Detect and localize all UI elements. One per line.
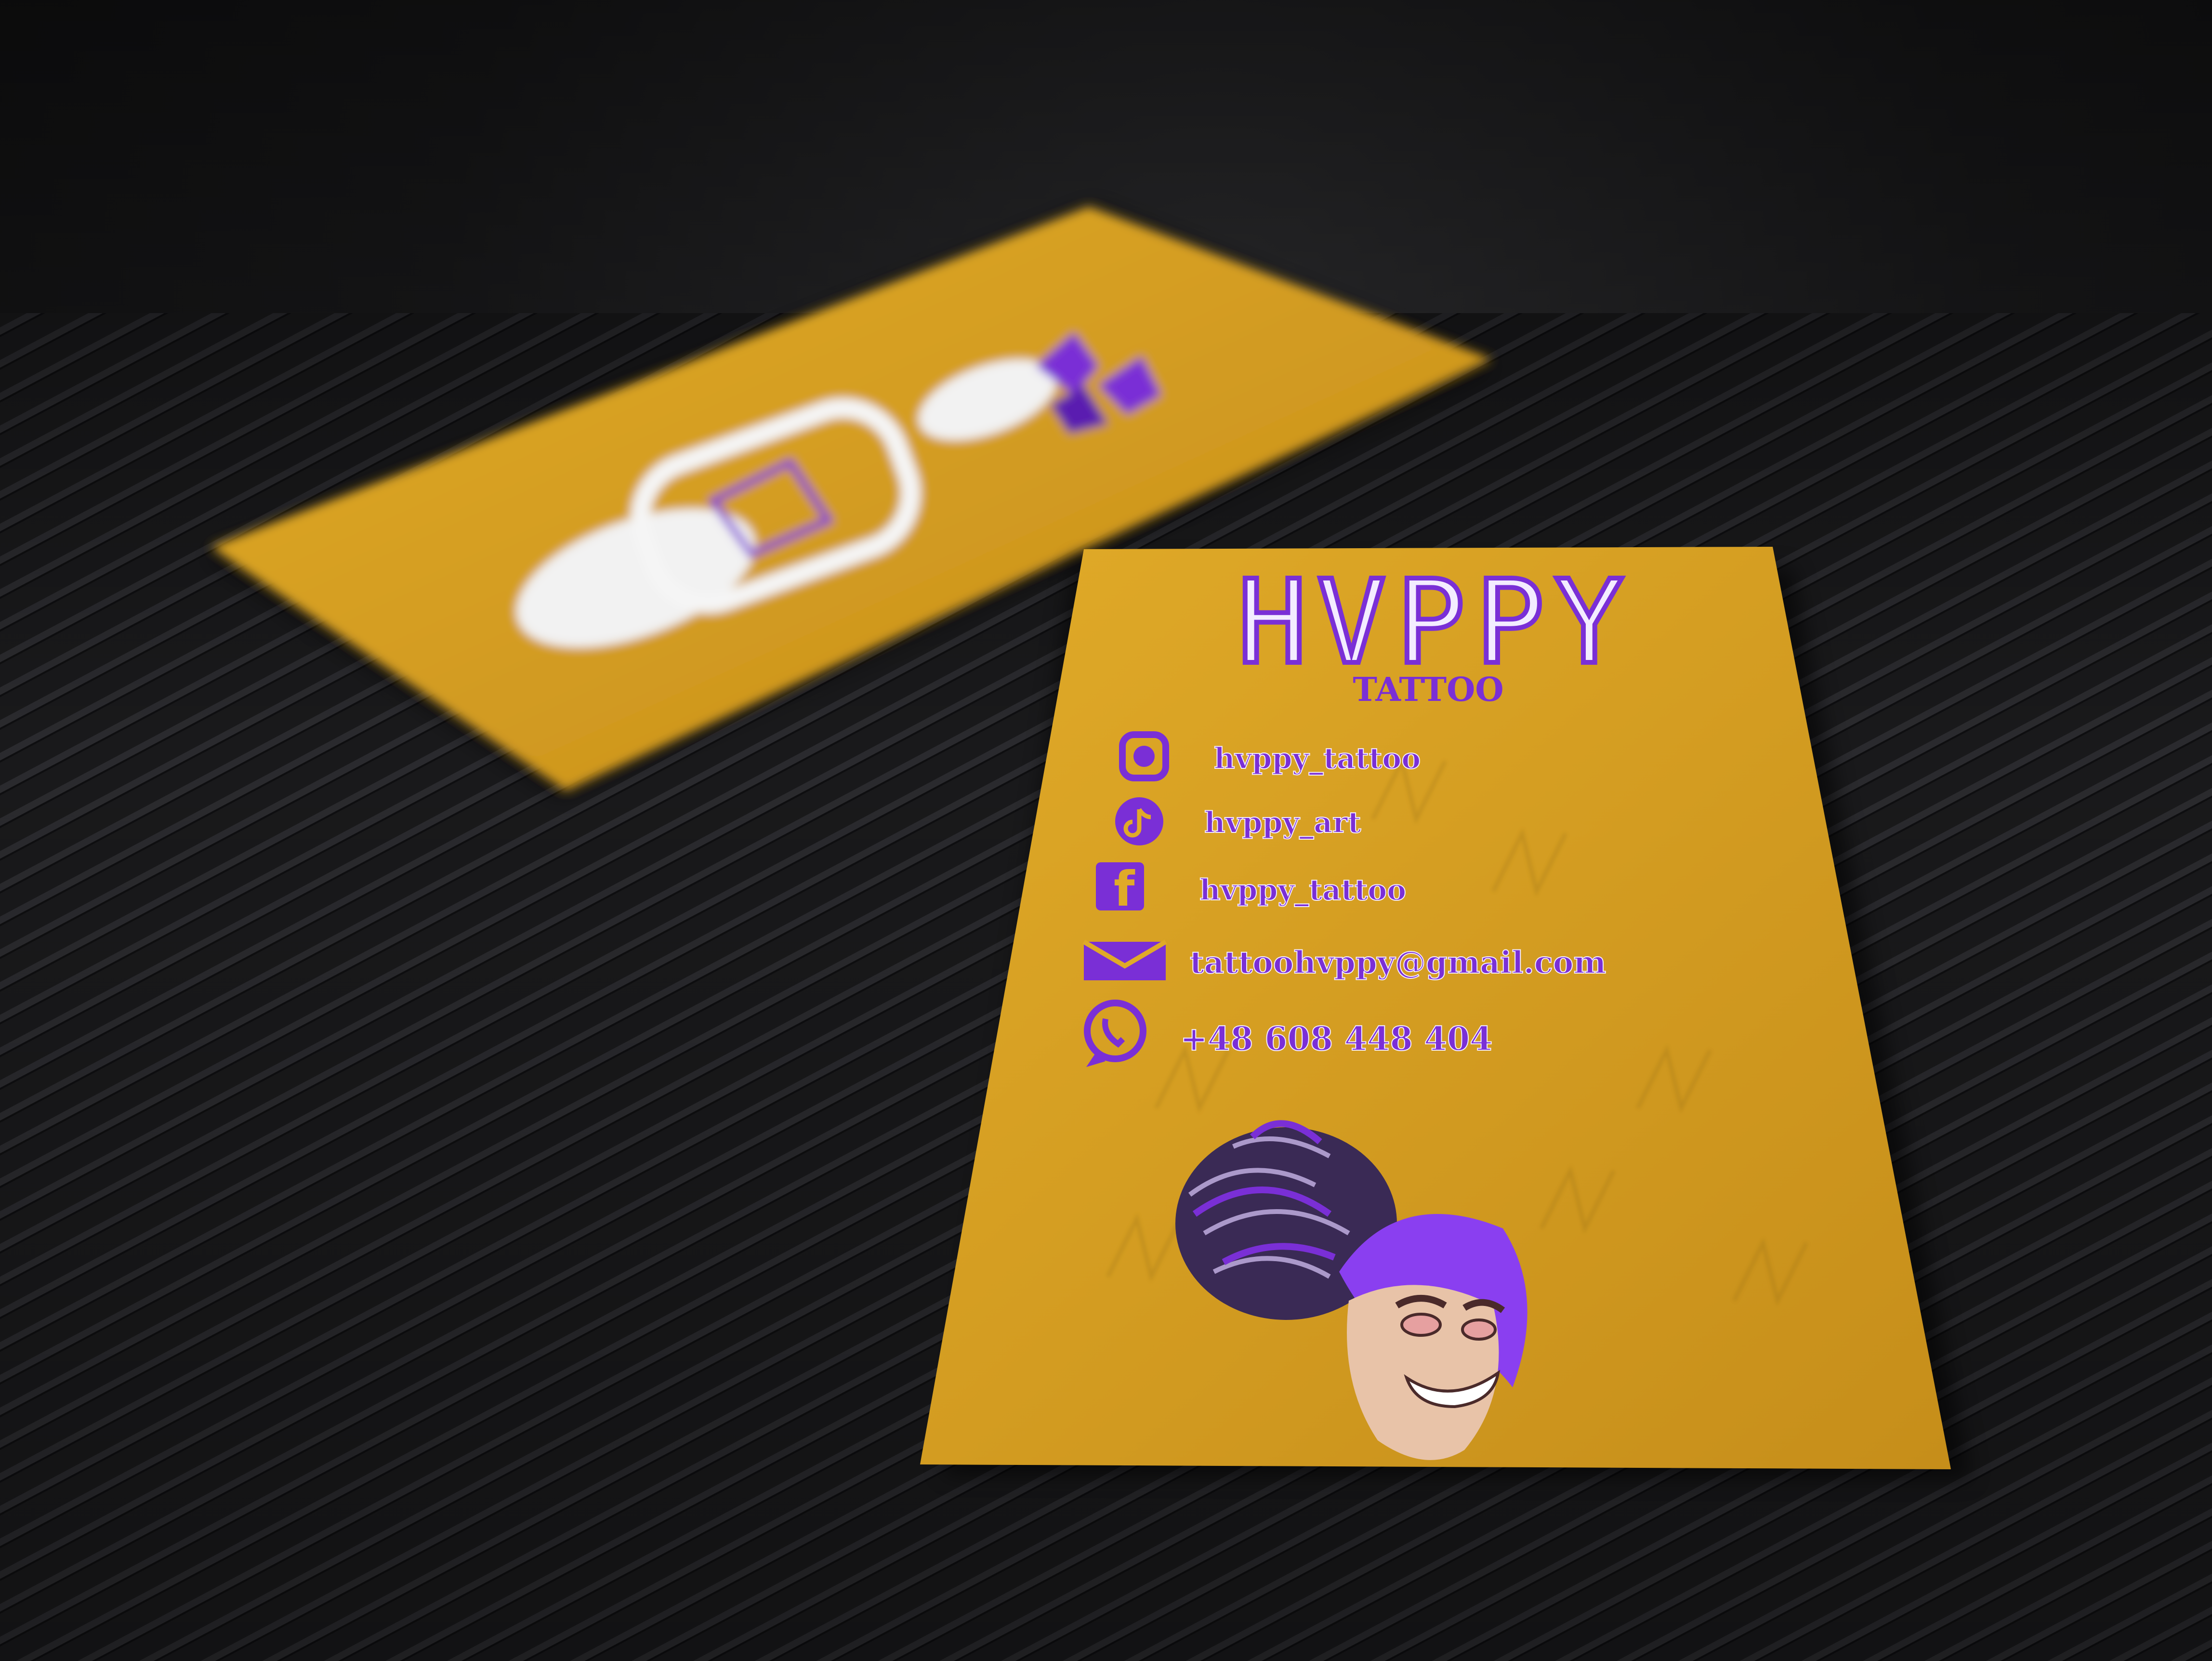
brand-logo: HVPPY: [1238, 555, 1633, 690]
brand-subtitle: TATTOO: [1353, 671, 1503, 709]
contact-instagram-text: hvppy_tattoo: [1214, 742, 1421, 776]
business-card: HVPPY TATTOO hvppy_tattoo hvppy_art f hv…: [920, 547, 1951, 1469]
svg-text:f: f: [1114, 861, 1135, 917]
contact-row-email: tattoohvppy@gmail.com: [1082, 939, 1606, 981]
contact-facebook-text: hvppy_tattoo: [1199, 873, 1406, 907]
contact-tiktok-text: hvppy_art: [1204, 806, 1361, 840]
contact-phone-text: +48 608 448 404: [1180, 1020, 1492, 1058]
photo-scene: HVPPY TATTOO hvppy_tattoo hvppy_art f hv…: [0, 0, 2212, 1661]
contact-email-text: tattoohvppy@gmail.com: [1190, 945, 1606, 981]
